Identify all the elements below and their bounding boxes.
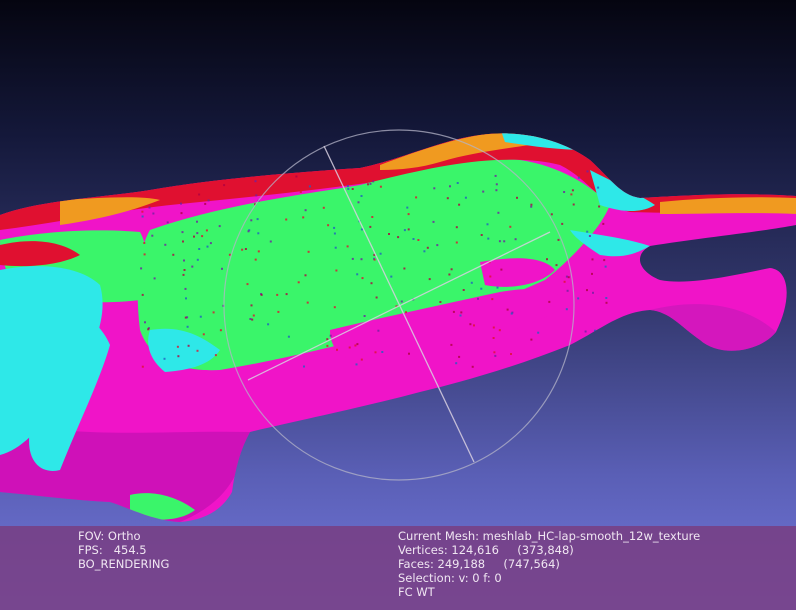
3d-viewport[interactable] — [0, 0, 796, 610]
mesh-render[interactable] — [0, 0, 796, 610]
mode-label: FC WT — [398, 585, 435, 599]
current-mesh-label: Current Mesh: meshlab_HC-lap-smooth_12w_… — [398, 529, 701, 543]
rendering-mode-label: BO_RENDERING — [78, 557, 170, 571]
info-panel: FOV: Ortho FPS: 454.5 BO_RENDERING Curre… — [0, 526, 796, 610]
fov-label: FOV: Ortho — [78, 529, 141, 543]
selection-label: Selection: v: 0 f: 0 — [398, 571, 502, 585]
vertices-label: Vertices: 124,616 (373,848) — [398, 543, 574, 557]
faces-label: Faces: 249,188 (747,564) — [398, 557, 560, 571]
fps-label: FPS: 454.5 — [78, 543, 147, 557]
